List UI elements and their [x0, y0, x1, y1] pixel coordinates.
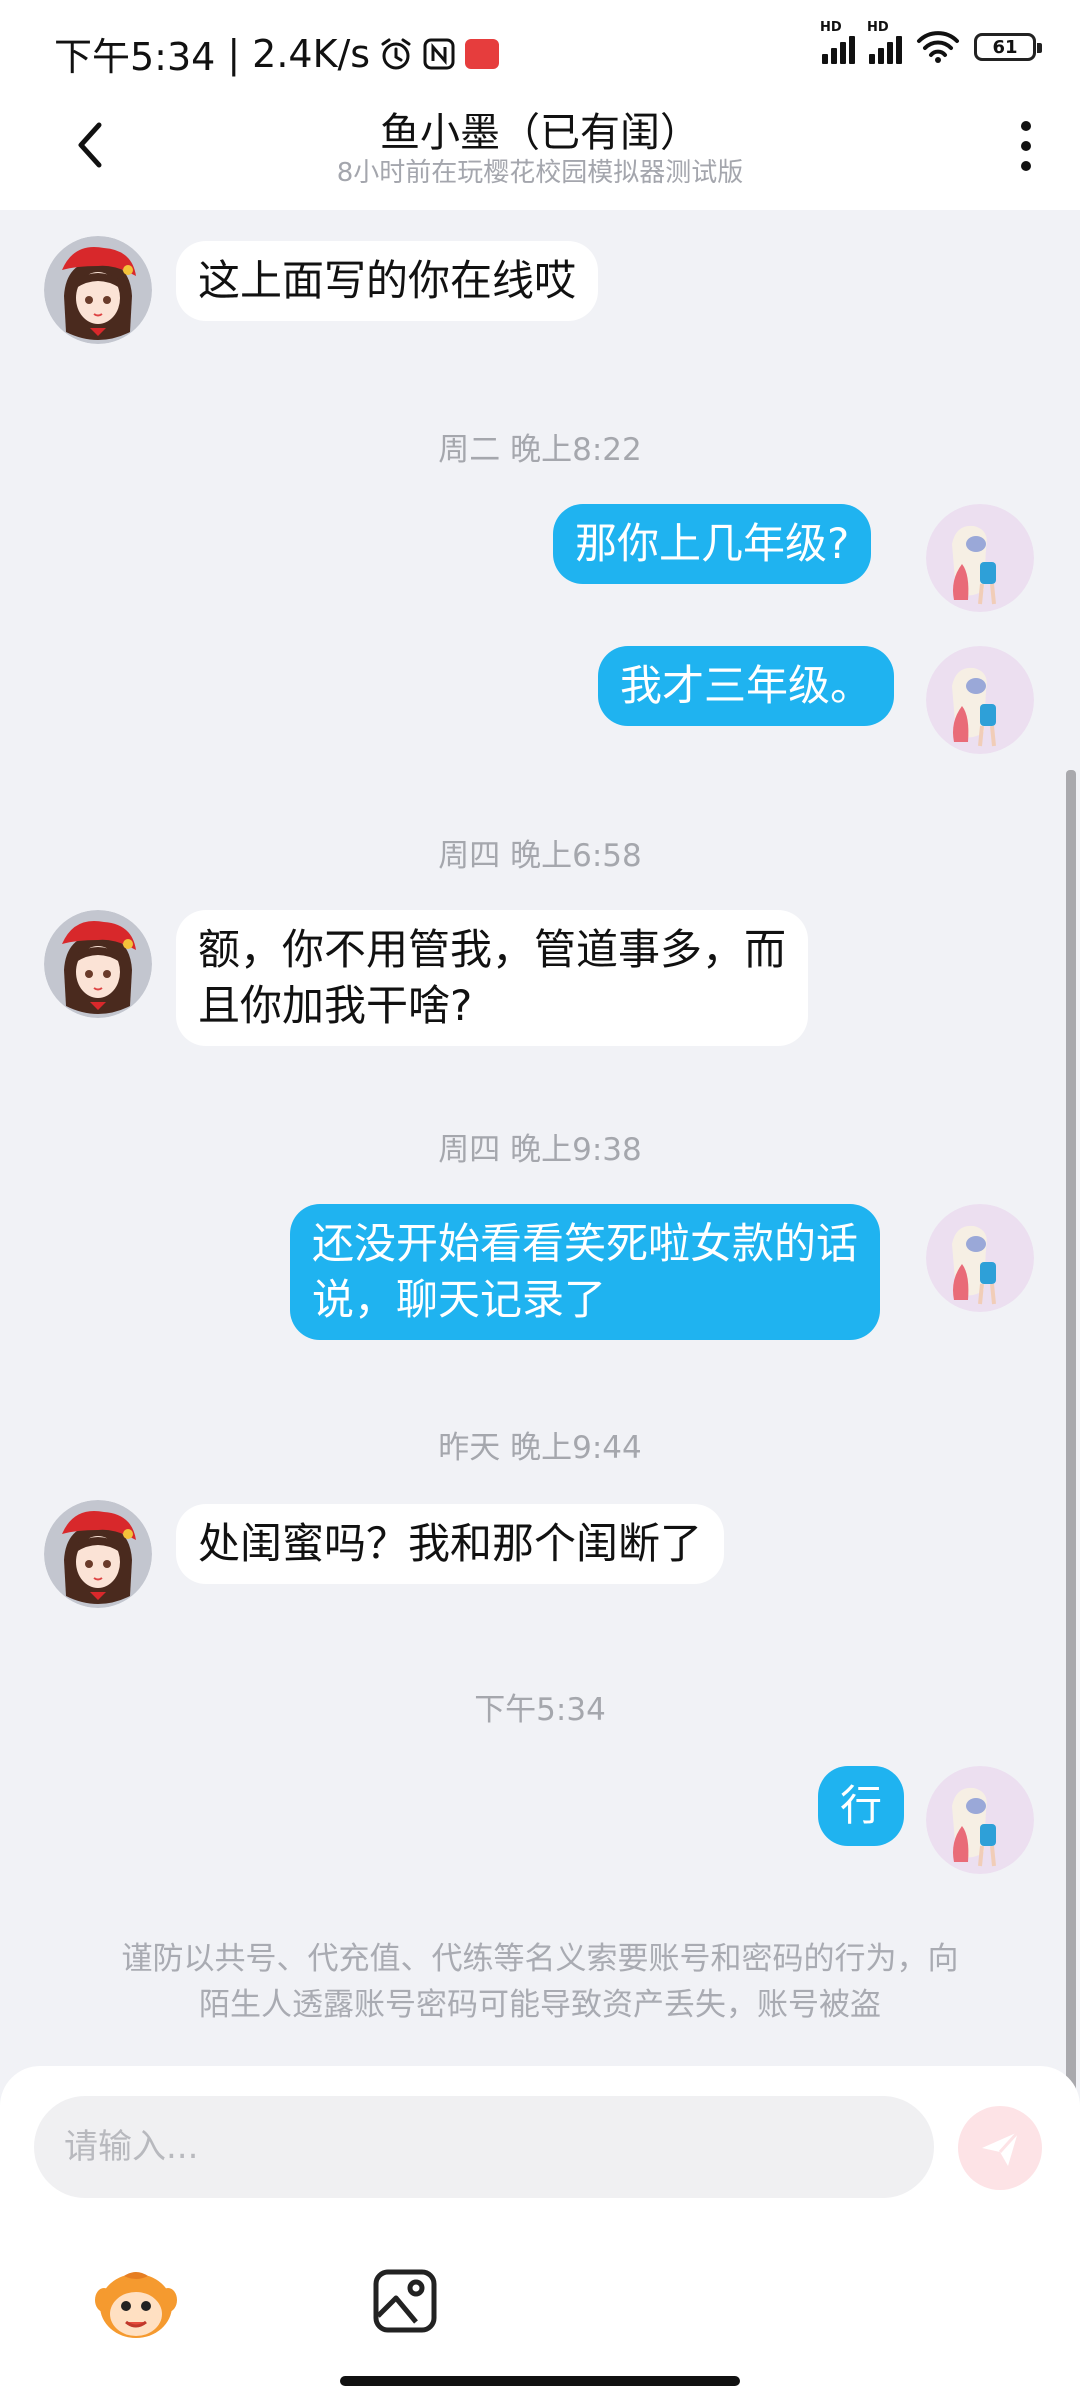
avatar-image — [926, 646, 1034, 754]
battery-icon: 61 — [974, 33, 1042, 61]
mascot-emoji-icon — [95, 2272, 177, 2338]
home-indicator[interactable] — [340, 2376, 740, 2386]
nfc-icon — [422, 37, 456, 71]
message-list[interactable]: 这上面写的你在线哎 周二 晚上8:22 那你上几年级? 我才三年级。 周四 晚上… — [0, 210, 1080, 2135]
signal-1-icon: HD — [820, 20, 855, 64]
battery-level: 61 — [992, 36, 1018, 58]
message-line: 说，聊天记录了 — [312, 1275, 607, 1324]
image-button[interactable] — [370, 2266, 440, 2336]
scrollbar[interactable] — [1066, 770, 1076, 2135]
status-time: 下午5:34 — [54, 35, 216, 79]
status-left: 下午5:34 | 2.4K/s — [54, 26, 500, 81]
avatar-image — [44, 1500, 152, 1608]
message-timestamp: 周二 晚上8:22 — [438, 432, 642, 468]
chat-header: 鱼小墨（已有闺） 8小时前在玩樱花校园模拟器测试版 — [0, 100, 1080, 210]
user-avatar[interactable] — [926, 1204, 1034, 1312]
outgoing-message[interactable]: 那你上几年级? — [553, 504, 872, 584]
more-button[interactable] — [998, 118, 1054, 174]
message-timestamp: 下午5:34 — [474, 1692, 606, 1728]
safety-notice-line: 谨防以共号、代充值、代练等名义索要账号和密码的行为，向 — [121, 1941, 959, 1977]
user-avatar[interactable] — [926, 504, 1034, 612]
incoming-message[interactable]: 处闺蜜吗？我和那个闺断了 — [176, 1504, 725, 1584]
user-avatar[interactable] — [926, 1766, 1034, 1874]
message-input[interactable] — [62, 2126, 906, 2168]
contact-avatar[interactable] — [44, 1500, 152, 1608]
contact-status: 8小时前在玩樱花校园模拟器测试版 — [336, 158, 744, 188]
send-button[interactable] — [958, 2106, 1042, 2190]
outgoing-message[interactable]: 我才三年级。 — [598, 646, 895, 726]
message-timestamp: 周四 晚上9:38 — [438, 1132, 642, 1168]
contact-name: 鱼小墨（已有闺） — [380, 110, 700, 156]
avatar-image — [44, 910, 152, 1018]
status-separator: | — [227, 31, 241, 76]
outgoing-message[interactable]: 还没开始看看笑死啦女款的话 说，聊天记录了 — [290, 1204, 881, 1340]
app-badge-icon — [464, 38, 500, 70]
composer — [0, 2066, 1080, 2400]
wifi-icon — [916, 30, 960, 64]
user-avatar[interactable] — [926, 646, 1034, 754]
avatar-image — [926, 1766, 1034, 1874]
avatar-image — [926, 504, 1034, 612]
contact-avatar[interactable] — [44, 910, 152, 1018]
message-timestamp: 周四 晚上6:58 — [438, 838, 642, 874]
avatar-image — [44, 236, 152, 344]
safety-notice: 谨防以共号、代充值、代练等名义索要账号和密码的行为，向 陌生人透露账号密码可能导… — [60, 1936, 1020, 2028]
emoji-button[interactable] — [94, 2266, 178, 2342]
message-line: 额，你不用管我，管道事多，而 — [198, 925, 787, 974]
status-right: HD HD 61 — [820, 20, 1042, 64]
message-input-container[interactable] — [34, 2096, 934, 2198]
status-bar: 下午5:34 | 2.4K/s HD HD 61 — [0, 0, 1080, 100]
incoming-message[interactable]: 这上面写的你在线哎 — [176, 241, 599, 321]
message-timestamp: 昨天 晚上9:44 — [438, 1430, 642, 1466]
outgoing-message[interactable]: 行 — [818, 1766, 905, 1846]
more-vertical-icon — [1021, 121, 1031, 171]
incoming-message[interactable]: 额，你不用管我，管道事多，而 且你加我干啥? — [176, 910, 809, 1046]
safety-notice-line: 陌生人透露账号密码可能导致资产丢失，账号被盗 — [199, 1987, 881, 2023]
signal-2-icon: HD — [867, 20, 902, 64]
paper-plane-icon — [982, 2130, 1020, 2166]
avatar-image — [926, 1204, 1034, 1312]
image-picker-icon — [373, 2269, 437, 2333]
net-speed: 2.4K/s — [252, 31, 371, 76]
message-line: 还没开始看看笑死啦女款的话 — [312, 1219, 859, 1268]
alarm-icon — [378, 36, 414, 72]
message-line: 且你加我干啥? — [198, 981, 473, 1030]
contact-avatar[interactable] — [44, 236, 152, 344]
